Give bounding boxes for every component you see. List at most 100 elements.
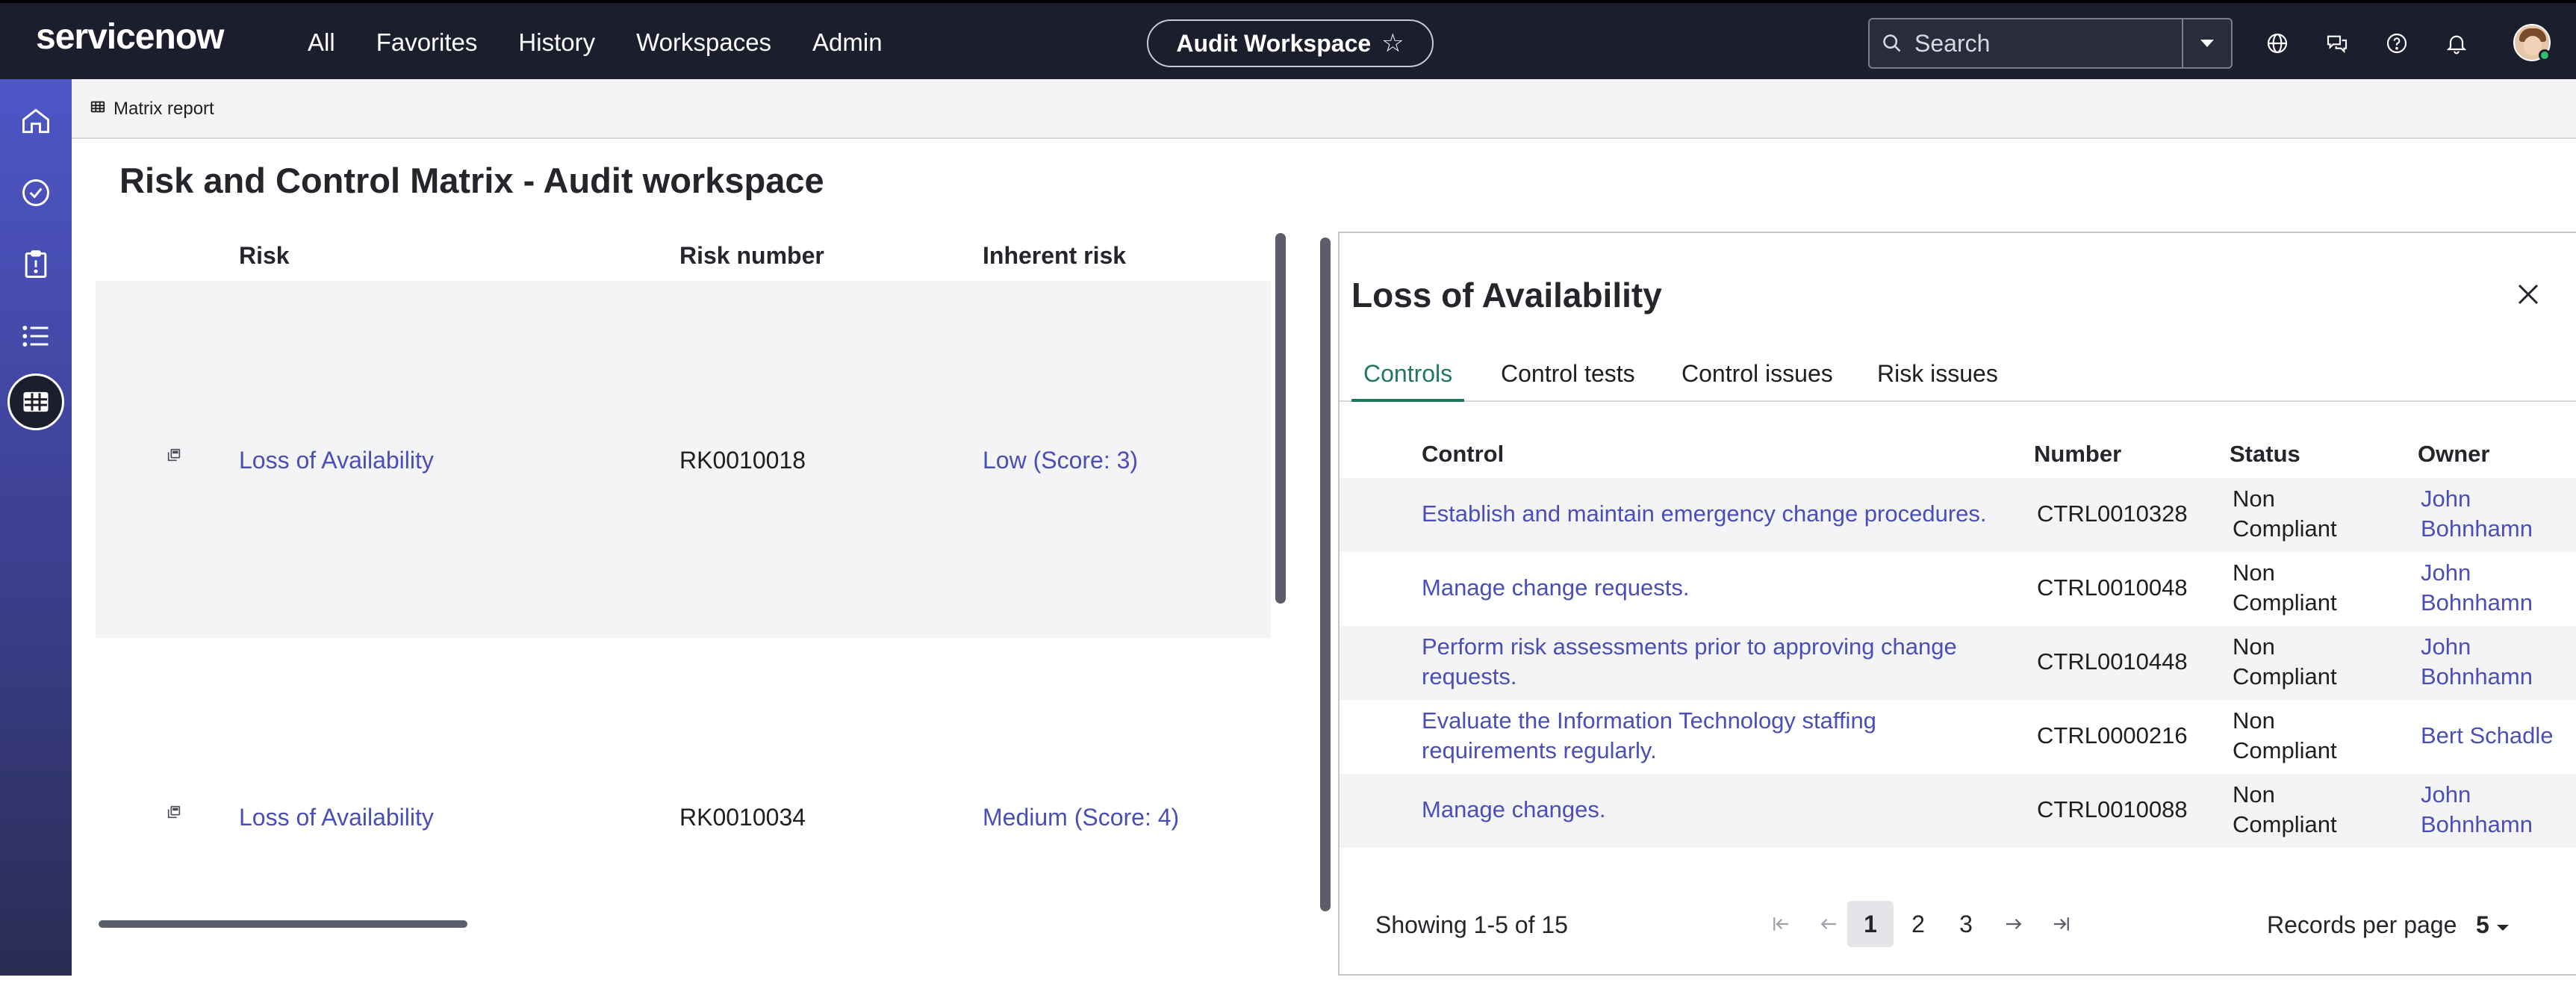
risk-number-cell: RK0010018: [679, 447, 806, 474]
status-cell: Compliant: [2233, 663, 2337, 689]
control-number-cell: CTRL0010048: [2037, 574, 2188, 601]
control-link[interactable]: requests.: [1422, 662, 1517, 692]
tab-label: Matrix report: [113, 99, 214, 119]
column-header-risk-number[interactable]: Risk number: [679, 242, 824, 270]
page-1-button[interactable]: 1: [1847, 901, 1894, 947]
top-utility-icons: [2262, 19, 2471, 67]
risk-link[interactable]: Loss of Availability: [239, 447, 434, 474]
status-cell: Compliant: [2233, 737, 2337, 763]
split-panel-scrollbar[interactable]: [1320, 238, 1331, 911]
column-header-status[interactable]: Status: [2230, 441, 2300, 468]
control-link[interactable]: requirements regularly.: [1422, 736, 1657, 766]
control-link[interactable]: Evaluate the Information Technology staf…: [1422, 706, 1876, 736]
table-row: Manage change requests. CTRL0010048 Non …: [1340, 552, 2576, 626]
control-number-cell: CTRL0000216: [2037, 722, 2188, 748]
owner-link[interactable]: John: [2421, 484, 2471, 514]
table-row: Loss of Availability RK0010034 Medium (S…: [96, 638, 1271, 995]
page-3-button[interactable]: 3: [1943, 901, 1989, 947]
table-icon: [90, 99, 106, 120]
records-per-page-select[interactable]: 5: [2476, 911, 2510, 939]
matrix-header-row: Risk Risk number Inherent risk: [96, 230, 1271, 281]
list-icon[interactable]: [12, 312, 60, 360]
next-page-icon[interactable]: [1991, 901, 2037, 947]
left-navigation-rail: [0, 79, 72, 976]
workspace-label: Audit Workspace: [1176, 29, 1372, 57]
table-row: Loss of Availability RK0010018 Low (Scor…: [96, 281, 1271, 638]
owner-link[interactable]: Bohnhamn: [2421, 588, 2533, 618]
table-row: Perform risk assessments prior to approv…: [1340, 626, 2576, 700]
main-menu: All Favorites History Workspaces Admin: [308, 3, 924, 82]
workspace-tab-strip: Matrix report: [72, 79, 2576, 139]
nav-admin[interactable]: Admin: [812, 28, 883, 57]
chevron-down-icon: [2495, 911, 2510, 939]
clipboard-alert-icon[interactable]: [12, 241, 60, 288]
matrix-horizontal-scrollbar[interactable]: [99, 920, 467, 928]
close-icon: [2515, 281, 2542, 311]
control-number-cell: CTRL0010088: [2037, 796, 2188, 822]
owner-link[interactable]: John: [2421, 780, 2471, 810]
page-title: Risk and Control Matrix - Audit workspac…: [119, 161, 824, 200]
tab-control-issues[interactable]: Control issues: [1681, 360, 1833, 402]
tab-controls[interactable]: Controls: [1351, 360, 1465, 402]
servicenow-logo[interactable]: servicenow: [36, 16, 224, 58]
column-header-owner[interactable]: Owner: [2418, 441, 2489, 468]
control-link[interactable]: Manage changes.: [1422, 795, 1605, 825]
matrix-table-icon[interactable]: [7, 373, 64, 430]
records-per-page-label: Records per page: [2267, 911, 2457, 938]
control-link[interactable]: Establish and maintain emergency change …: [1422, 499, 1987, 529]
owner-link[interactable]: Bohnhamn: [2421, 662, 2533, 692]
tab-control-tests[interactable]: Control tests: [1501, 360, 1635, 402]
tab-matrix-report[interactable]: Matrix report: [90, 96, 214, 123]
owner-link[interactable]: Bert Schadle: [2421, 721, 2554, 751]
global-search[interactable]: Search: [1868, 18, 2233, 69]
notifications-bell-icon[interactable]: [2442, 28, 2471, 58]
nav-workspaces[interactable]: Workspaces: [636, 28, 771, 57]
risk-link[interactable]: Loss of Availability: [239, 804, 434, 831]
page-2-button[interactable]: 2: [1895, 901, 1941, 947]
panel-title: Loss of Availability: [1351, 276, 1662, 314]
nav-favorites[interactable]: Favorites: [376, 28, 478, 57]
status-cell: Non: [2233, 707, 2275, 734]
first-page-icon[interactable]: [1758, 901, 1804, 947]
search-input[interactable]: Search: [1914, 30, 2182, 58]
column-header-inherent-risk[interactable]: Inherent risk: [983, 242, 1126, 270]
globe-icon[interactable]: [2262, 28, 2292, 58]
close-panel-button[interactable]: [2510, 278, 2546, 314]
owner-link[interactable]: John: [2421, 632, 2471, 662]
workspace-selector-pill[interactable]: Audit Workspace ☆: [1147, 19, 1434, 67]
star-favorite-icon[interactable]: ☆: [1381, 28, 1404, 58]
owner-link[interactable]: Bohnhamn: [2421, 810, 2533, 840]
control-number-cell: CTRL0010328: [2037, 500, 2188, 527]
open-record-icon[interactable]: [166, 447, 182, 467]
status-cell: Non: [2233, 633, 2275, 660]
control-number-cell: CTRL0010448: [2037, 648, 2188, 675]
chat-icon[interactable]: [2322, 28, 2352, 58]
column-header-control[interactable]: Control: [1422, 441, 1504, 468]
search-icon: [1870, 33, 1914, 54]
inherent-risk-link[interactable]: Medium (Score: 4): [983, 804, 1179, 831]
inherent-risk-link[interactable]: Low (Score: 3): [983, 447, 1138, 474]
last-page-icon[interactable]: [2038, 901, 2085, 947]
control-link[interactable]: Manage change requests.: [1422, 573, 1689, 603]
home-icon[interactable]: [12, 97, 60, 145]
owner-link[interactable]: John: [2421, 558, 2471, 588]
nav-history[interactable]: History: [518, 28, 595, 57]
open-record-icon[interactable]: [166, 804, 182, 824]
column-header-number[interactable]: Number: [2034, 441, 2121, 468]
help-icon[interactable]: [2382, 28, 2412, 58]
control-link[interactable]: Perform risk assessments prior to approv…: [1422, 632, 1957, 662]
tab-risk-issues[interactable]: Risk issues: [1877, 360, 1998, 402]
status-cell: Non: [2233, 560, 2275, 586]
online-status-dot: [2539, 49, 2551, 61]
risk-number-cell: RK0010034: [679, 804, 806, 831]
records-per-page-value: 5: [2476, 911, 2489, 938]
status-cell: Compliant: [2233, 589, 2337, 616]
owner-link[interactable]: Bohnhamn: [2421, 514, 2533, 544]
column-header-risk[interactable]: Risk: [239, 242, 290, 270]
nav-all[interactable]: All: [308, 28, 335, 57]
table-row: Evaluate the Information Technology staf…: [1340, 700, 2576, 774]
search-scope-dropdown[interactable]: [2182, 19, 2231, 67]
checkmark-circle-icon[interactable]: [12, 169, 60, 217]
previous-page-icon[interactable]: [1805, 901, 1852, 947]
matrix-vertical-scrollbar[interactable]: [1275, 233, 1286, 604]
